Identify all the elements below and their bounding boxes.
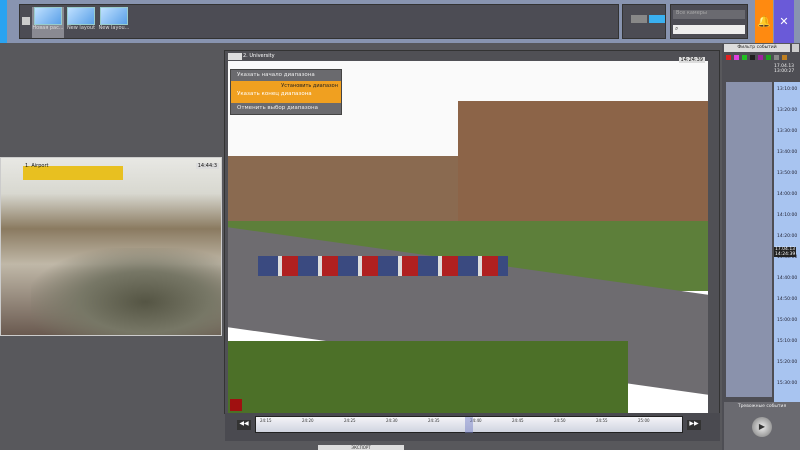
search-input[interactable]: ⌕ (673, 25, 745, 34)
camera-name: 1. Airport (25, 163, 49, 169)
settings-button[interactable]: ✕ (774, 0, 794, 43)
camera-view-university[interactable]: 14:24:39 2. University Указать начало ди… (224, 50, 720, 414)
event-color-filter[interactable] (734, 55, 739, 60)
ruler-label: 14:50:00 (777, 297, 798, 302)
camera-dropdown[interactable]: Все камеры (673, 10, 745, 19)
grid-icon[interactable] (22, 17, 30, 25)
ruler-label: 15:10:00 (777, 339, 798, 344)
camera-time: 14:24:39 (678, 57, 705, 63)
timeline-scale[interactable]: 24:15 24:20 24:25 24:30 24:35 24:40 24:4… (255, 416, 683, 433)
layouts-panel: Новая рас... New layout New layou... (19, 4, 619, 39)
time-ruler[interactable]: 13:10:00 13:20:00 13:30:00 13:40:00 13:50:00… (774, 82, 800, 442)
tick-label: 24:25 (344, 418, 356, 423)
event-filter-button[interactable]: Фильтр событий (724, 44, 790, 52)
ruler-label: 14:00:00 (777, 192, 798, 197)
range-context-menu: Указать начало диапазона Установить диап… (230, 69, 342, 115)
layout-label: New layou... (98, 25, 130, 31)
events-list[interactable] (726, 82, 772, 397)
forward-button[interactable]: ▶▶ (687, 420, 701, 430)
ruler-label: 15:30:00 (777, 381, 798, 386)
calendar-icon[interactable] (792, 44, 799, 52)
export-icon[interactable] (230, 399, 242, 411)
accent-strip (0, 0, 7, 43)
event-type-filters (722, 55, 800, 61)
ruler-label: 13:30:00 (777, 129, 798, 134)
tick-label: 24:50 (554, 418, 566, 423)
ruler-label: 13:50:00 (777, 171, 798, 176)
menu-item-range-end[interactable]: Установить диапазон Указать конец диапаз… (231, 81, 341, 103)
camera-search-panel: Все камеры ⌕ (670, 4, 748, 39)
play-button[interactable]: ▶ (752, 417, 772, 437)
tooltip: Установить диапазон (281, 83, 338, 89)
camera-view-airport[interactable]: 1. Airport 14:44:3 (0, 157, 222, 336)
ruler-label: 15:00:00 (777, 318, 798, 323)
camera-dropdown-value: Все камеры (676, 10, 707, 16)
events-panel: Фильтр событий 17.04.13 13:00:27 13:10:00… (722, 44, 800, 450)
cursor-datetime: 17.04.13 14:24:39 (774, 247, 797, 257)
ruler-label: 13:40:00 (777, 150, 798, 155)
alarm-label: Тревожные события (737, 404, 787, 409)
event-color-filter[interactable] (726, 55, 731, 60)
menu-item-range-cancel[interactable]: Отменить выбор диапазона (231, 103, 341, 114)
tick-label: 24:55 (596, 418, 608, 423)
ruler-label: 13:20:00 (777, 108, 798, 113)
tick-label: 24:45 (512, 418, 524, 423)
tick-label: 24:30 (386, 418, 398, 423)
ruler-label: 15:20:00 (777, 360, 798, 365)
layout-label: New layout (66, 25, 96, 31)
ruler-label: 14:40:00 (777, 276, 798, 281)
bell-icon: 🔔 (757, 15, 771, 28)
alarm-events-panel: Тревожные события ▶ (724, 402, 800, 450)
tick-label: 24:15 (260, 418, 272, 423)
top-toolbar: Новая рас... New layout New layou... Все… (0, 0, 800, 43)
layout-new-3[interactable]: New layou... (98, 7, 130, 38)
ruler-label: 14:10:00 (777, 213, 798, 218)
tick-label: 25:00 (638, 418, 650, 423)
ruler-label: 13:10:00 (777, 87, 798, 92)
current-datetime: 17.04.13 13:00:27 (774, 64, 795, 74)
camera-time: 14:44:3 (195, 163, 219, 169)
alarm-bell-button[interactable]: 🔔 (755, 0, 773, 43)
layout-new-2[interactable]: New layout (65, 7, 97, 38)
event-color-filter[interactable] (774, 55, 779, 60)
ruler-label: 14:20:00 (777, 234, 798, 239)
tick-label: 24:35 (428, 418, 440, 423)
export-tab[interactable]: ЭКСПОРТ (318, 445, 404, 450)
event-color-filter[interactable] (766, 55, 771, 60)
tick-label: 24:20 (302, 418, 314, 423)
camera-name: 2. University (243, 53, 275, 59)
playhead[interactable] (465, 417, 473, 433)
search-icon: ⌕ (675, 25, 679, 32)
tools-icon: ✕ (779, 15, 789, 28)
event-color-filter[interactable] (742, 55, 747, 60)
view-mode-selector[interactable] (622, 4, 666, 39)
event-color-filter[interactable] (782, 55, 787, 60)
timeline: ◀◀ 24:15 24:20 24:25 24:30 24:35 24:40 2… (225, 413, 720, 441)
layout-new-1[interactable]: Новая рас... (32, 7, 64, 38)
event-color-filter[interactable] (750, 55, 755, 60)
layout-label: Новая рас... (32, 25, 64, 31)
event-color-filter[interactable] (758, 55, 763, 60)
rewind-button[interactable]: ◀◀ (237, 420, 251, 430)
camera-menu-icon[interactable] (228, 53, 242, 60)
